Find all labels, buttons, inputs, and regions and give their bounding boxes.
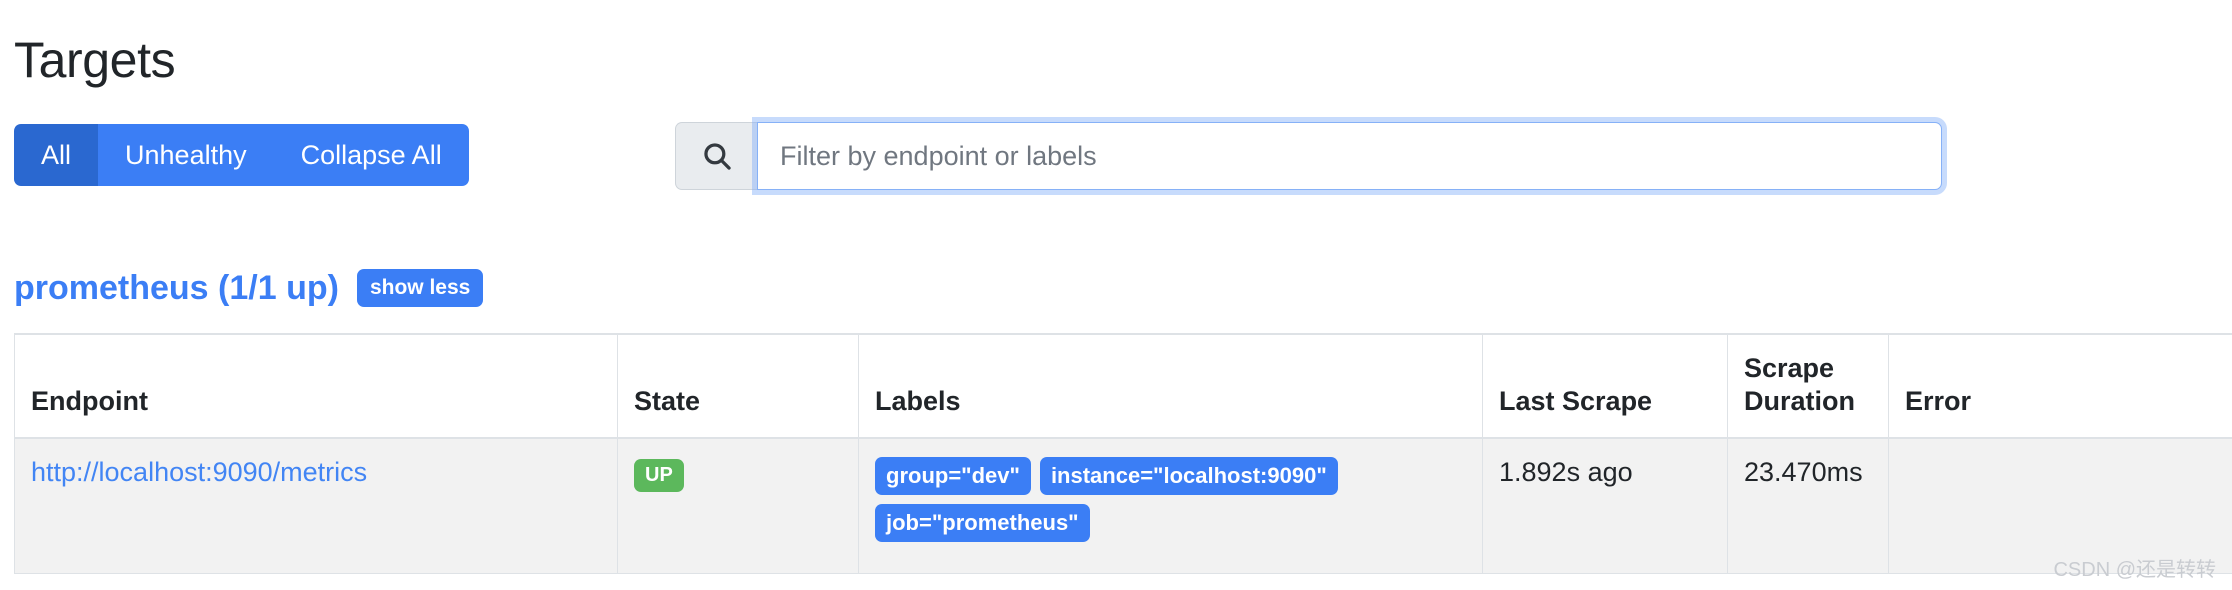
search-group	[675, 122, 1942, 190]
status-badge: UP	[634, 459, 684, 492]
last-scrape-value: 1.892s ago	[1499, 457, 1633, 487]
filter-all-button[interactable]: All	[14, 124, 99, 186]
targets-table: Endpoint State Labels Last Scrape Scrape…	[14, 333, 2232, 574]
scrape-duration-value: 23.470ms	[1744, 457, 1863, 487]
search-input[interactable]	[757, 122, 1942, 190]
cell-labels: group="dev" instance="localhost:9090" jo…	[858, 437, 1483, 574]
label-badge: job="prometheus"	[875, 504, 1090, 543]
column-header-endpoint: Endpoint	[14, 333, 618, 439]
column-header-error: Error	[1888, 333, 2232, 439]
search-input-wrapper	[757, 122, 1942, 190]
job-title[interactable]: prometheus (1/1 up)	[14, 268, 339, 309]
collapse-all-button[interactable]: Collapse All	[273, 124, 469, 186]
column-header-labels: Labels	[858, 333, 1483, 439]
watermark: CSDN @还是转转	[2053, 559, 2216, 581]
page-title: Targets	[14, 31, 176, 88]
cell-state: UP	[617, 437, 859, 574]
table-header-row: Endpoint State Labels Last Scrape Scrape…	[14, 333, 2232, 439]
toolbar: All Unhealthy Collapse All	[0, 122, 2232, 190]
search-icon[interactable]	[675, 122, 757, 190]
column-header-state: State	[617, 333, 859, 439]
table-body: http://localhost:9090/metrics UP group="…	[14, 437, 2232, 574]
labels-list: group="dev" instance="localhost:9090" jo…	[875, 457, 1465, 543]
label-badge: instance="localhost:9090"	[1039, 457, 1338, 496]
filter-unhealthy-button[interactable]: Unhealthy	[98, 124, 274, 186]
table-head: Endpoint State Labels Last Scrape Scrape…	[14, 333, 2232, 439]
endpoint-link[interactable]: http://localhost:9090/metrics	[31, 457, 367, 487]
cell-scrape-duration: 23.470ms	[1727, 437, 1889, 574]
filter-button-group: All Unhealthy Collapse All	[14, 124, 469, 186]
targets-page: Targets All Unhealthy Collapse All prome…	[0, 0, 2232, 590]
column-header-last-scrape: Last Scrape	[1482, 333, 1728, 439]
job-header-prometheus: prometheus (1/1 up) show less	[14, 268, 484, 309]
show-less-button[interactable]: show less	[356, 269, 484, 308]
column-header-scrape-duration: Scrape Duration	[1727, 333, 1889, 439]
cell-last-scrape: 1.892s ago	[1482, 437, 1728, 574]
cell-endpoint: http://localhost:9090/metrics	[14, 437, 618, 574]
table-row: http://localhost:9090/metrics UP group="…	[14, 437, 2232, 574]
label-badge: group="dev"	[875, 457, 1031, 496]
